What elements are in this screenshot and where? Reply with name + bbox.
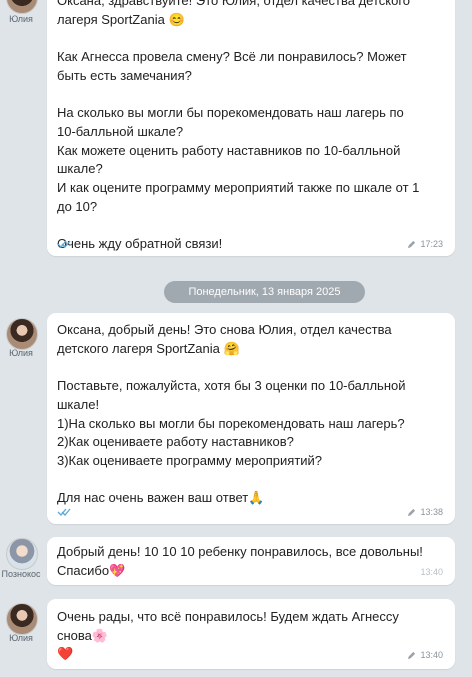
author-name: Юлия: [9, 348, 33, 358]
message-time: 13:40: [420, 567, 443, 577]
author-name: Познокос: [1, 569, 41, 579]
message-meta: 17:23: [407, 239, 443, 249]
avatar[interactable]: [6, 318, 38, 350]
double-check-icon: [57, 240, 71, 248]
message-text: Добрый день! 10 10 10 ребенку понравилос…: [57, 544, 423, 578]
avatar[interactable]: [6, 603, 38, 635]
message-meta: 13:38: [407, 507, 443, 517]
pencil-icon: [408, 240, 416, 248]
message-bubble[interactable]: Очень рады, что всё понравилось! Будем ж…: [47, 599, 455, 669]
message-time: 17:23: [420, 239, 443, 249]
double-check-icon: [57, 508, 71, 516]
message-time: 13:40: [420, 650, 443, 660]
author-name: Юлия: [9, 14, 33, 24]
message-meta: 13:40: [407, 650, 443, 660]
message-bubble[interactable]: Оксана, добрый день! Это снова Юлия, отд…: [47, 313, 455, 524]
message-bubble[interactable]: Добрый день! 10 10 10 ребенку понравилос…: [47, 537, 455, 585]
date-separator: Понедельник, 13 января 2025: [164, 281, 365, 303]
avatar[interactable]: [6, 538, 38, 570]
message-meta: 13:40: [420, 567, 443, 577]
message-text: Оксана, добрый день! Это снова Юлия, отд…: [57, 322, 406, 506]
pencil-icon: [408, 508, 416, 516]
chat-history[interactable]: Юлия Оксана, здравствуйте! Это Юлия, отд…: [0, 0, 472, 677]
message-bubble[interactable]: Оксана, здравствуйте! Это Юлия, отдел ка…: [47, 0, 455, 256]
message-text: Оксана, здравствуйте! Это Юлия, отдел ка…: [57, 0, 420, 252]
author-name: Юлия: [9, 633, 33, 643]
message-time: 13:38: [420, 507, 443, 517]
pencil-icon: [408, 651, 416, 659]
avatar[interactable]: [6, 0, 38, 14]
message-text: Очень рады, что всё понравилось! Будем ж…: [57, 609, 399, 662]
